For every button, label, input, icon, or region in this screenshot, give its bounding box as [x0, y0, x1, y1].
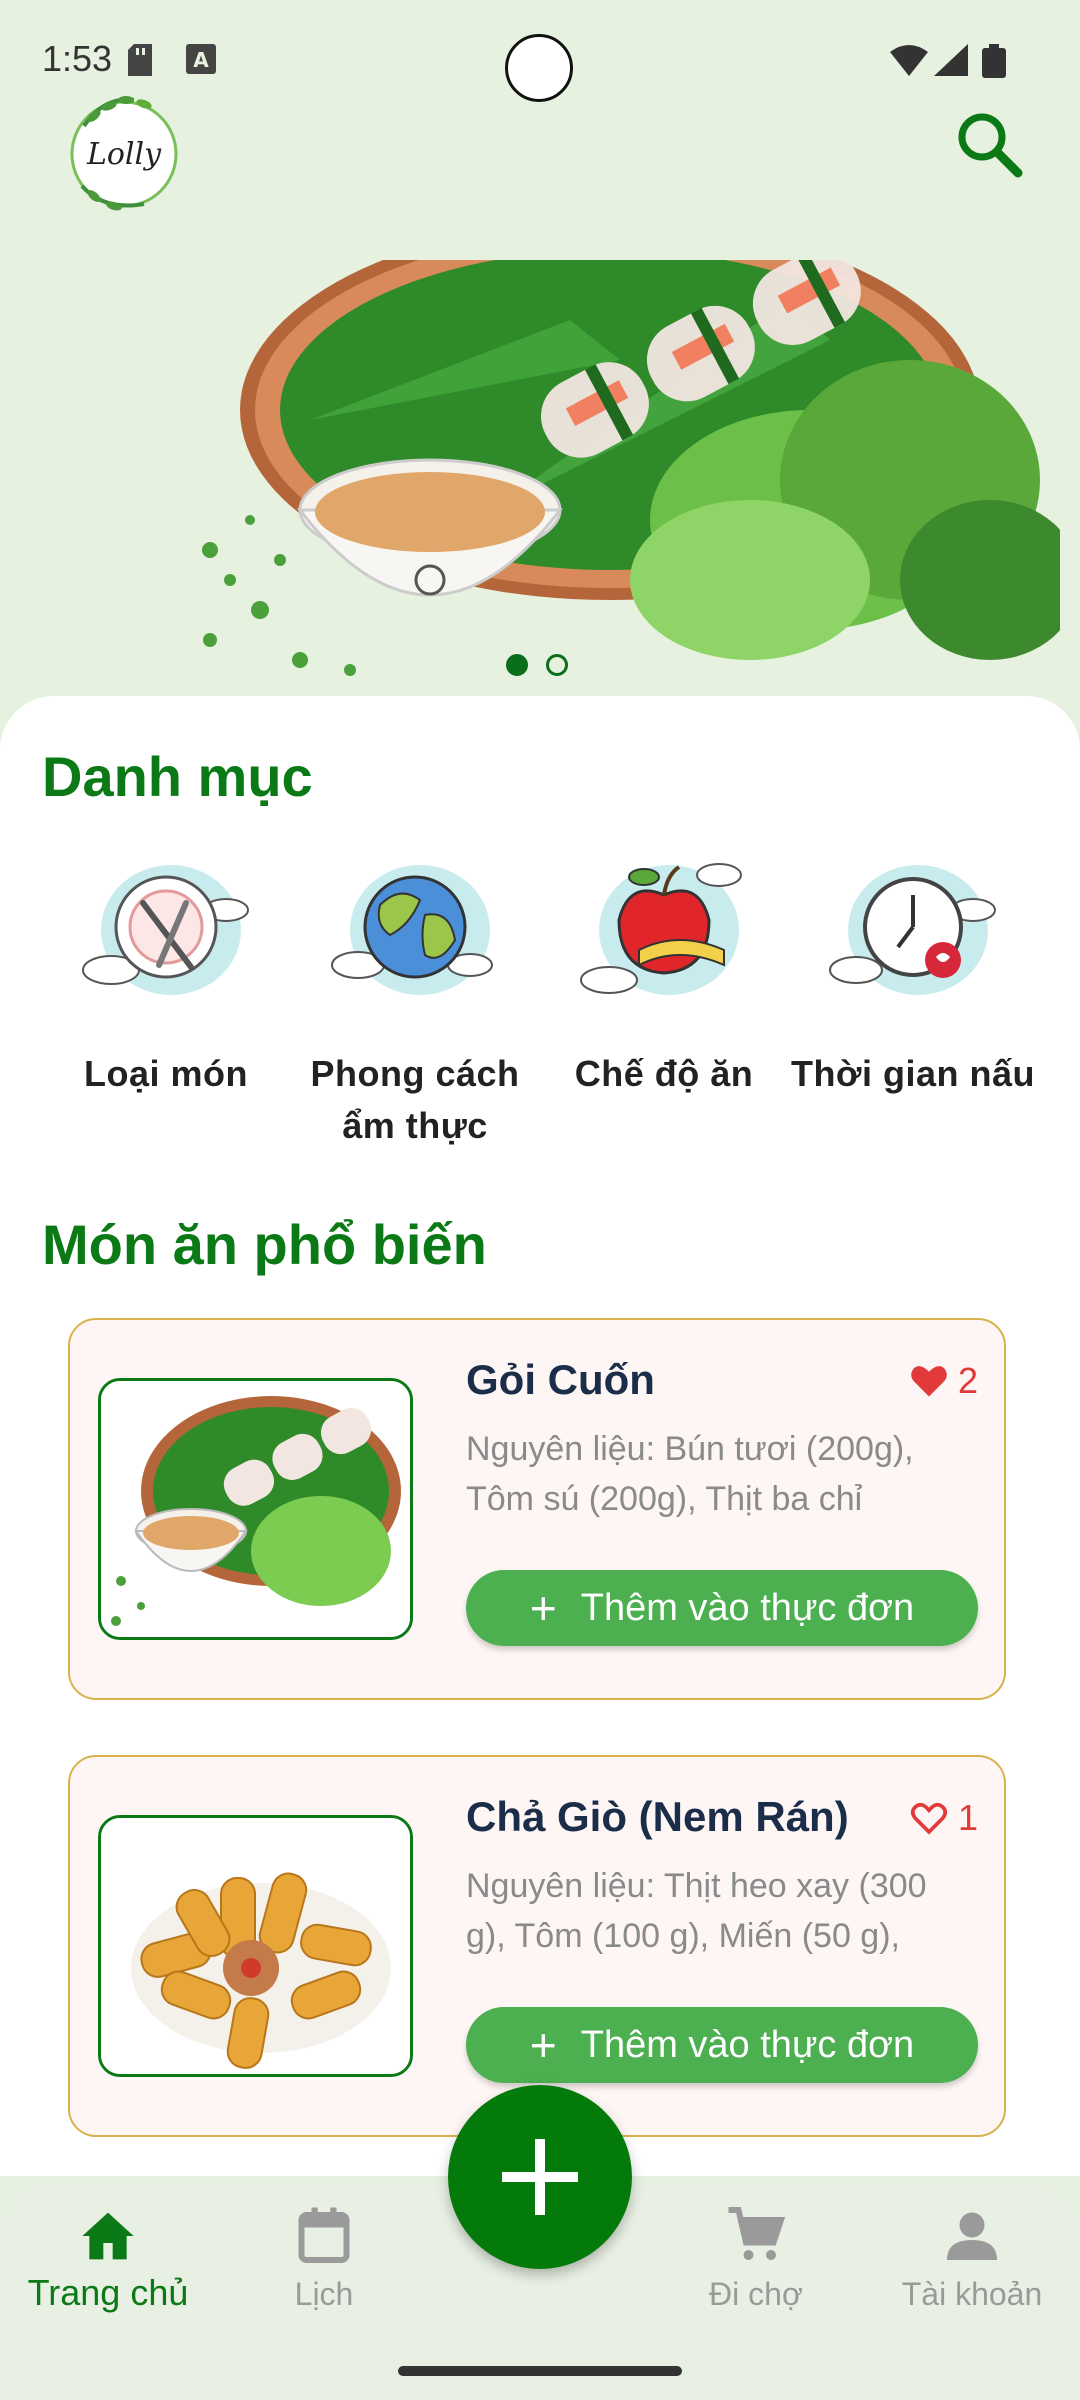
nav-item-home[interactable]: Trang chủ: [8, 2210, 208, 2314]
heart-filled-icon[interactable]: [910, 1364, 948, 1398]
nav-label: Đi chợ: [709, 2276, 803, 2312]
nav-label: Tài khoản: [901, 2276, 1043, 2312]
person-icon: [947, 2212, 997, 2260]
plus-icon: +: [529, 1582, 557, 1634]
recipe-card[interactable]: Chả Giò (Nem Rán) 1 Nguyên liệu: Thịt he…: [68, 1755, 1006, 2137]
wifi-icon: [890, 45, 928, 76]
font-a-icon: A: [186, 44, 216, 74]
popular-title: Món ăn phổ biến: [42, 1213, 487, 1276]
add-to-menu-label: Thêm vào thực đơn: [580, 1586, 915, 1629]
recipe-ingredients: Nguyên liệu: Bún tươi (200g), Tôm sú (20…: [466, 1430, 914, 1518]
category-item-cook-time[interactable]: Thời gian nấu: [788, 855, 1038, 1100]
plus-icon: [502, 2139, 578, 2215]
category-list: Loại món Phong cách ẩm thực Chế độ ăn Th…: [0, 855, 1080, 1155]
search-icon[interactable]: [950, 105, 1030, 185]
like-count-value: 2: [957, 1360, 978, 1401]
recipe-image: [98, 1815, 413, 2077]
like-count[interactable]: 2: [910, 1360, 978, 1402]
battery-icon: [982, 44, 1006, 78]
recipe-card[interactable]: Gỏi Cuốn 2 Nguyên liệu: Bún tươi (200g),…: [68, 1318, 1006, 1700]
home-icon: [82, 2212, 134, 2260]
like-count-value: 1: [957, 1797, 978, 1838]
nav-label: Lịch: [294, 2276, 354, 2312]
category-label: Chế độ ăn: [574, 1053, 754, 1094]
carousel-indicator: [506, 654, 568, 676]
nav-item-calendar[interactable]: Lịch: [224, 2204, 424, 2313]
plus-icon: +: [529, 2019, 557, 2071]
carousel-dot[interactable]: [506, 654, 528, 676]
carousel-dot[interactable]: [546, 654, 568, 676]
categories-title: Danh mục: [42, 745, 313, 808]
add-recipe-fab[interactable]: [448, 2085, 632, 2269]
svg-text:A: A: [193, 48, 209, 72]
recipe-image: [98, 1378, 413, 1640]
home-indicator[interactable]: [398, 2366, 682, 2376]
nav-item-market[interactable]: Đi chợ: [656, 2204, 856, 2313]
recipe-ingredients: Nguyên liệu: Thịt heo xay (300 g), Tôm (…: [466, 1867, 927, 1955]
category-label: Phong cách ẩm thực: [310, 1053, 520, 1146]
nav-label: Trang chủ: [27, 2272, 189, 2313]
category-label: Loại món: [84, 1053, 248, 1094]
signal-icon: [934, 44, 968, 76]
apple-tape-measure-icon: [580, 863, 742, 995]
add-to-menu-label: Thêm vào thực đơn: [580, 2023, 915, 2066]
logo-text: Lolly: [86, 137, 162, 172]
recipe-name: Gỏi Cuốn: [466, 1356, 655, 1403]
camera-cutout: [505, 34, 573, 102]
recipe-name: Chả Giò (Nem Rán): [466, 1793, 849, 1840]
category-item-cuisine[interactable]: Phong cách ẩm thực: [290, 855, 540, 1152]
category-label: Thời gian nấu: [790, 1053, 1036, 1094]
heart-outline-icon[interactable]: [910, 1801, 948, 1835]
add-to-menu-button[interactable]: + Thêm vào thực đơn: [466, 2007, 978, 2083]
nav-item-account[interactable]: Tài khoản: [872, 2204, 1072, 2313]
add-to-menu-button[interactable]: + Thêm vào thực đơn: [466, 1570, 978, 1646]
hero-banner-image[interactable]: [190, 260, 1060, 690]
lolly-logo: Lolly: [70, 96, 178, 211]
plate-fork-knife-icon: [82, 865, 249, 995]
cart-icon: [728, 2207, 786, 2260]
category-item-dish-type[interactable]: Loại món: [41, 855, 291, 1100]
category-item-diet[interactable]: Chế độ ăn: [539, 855, 789, 1100]
clock-icon: [829, 865, 996, 995]
globe-icon: [331, 865, 493, 995]
calendar-icon: [298, 2207, 350, 2263]
like-count[interactable]: 1: [910, 1797, 978, 1839]
status-time: 1:53: [42, 38, 113, 79]
sd-card-icon: [128, 44, 152, 76]
